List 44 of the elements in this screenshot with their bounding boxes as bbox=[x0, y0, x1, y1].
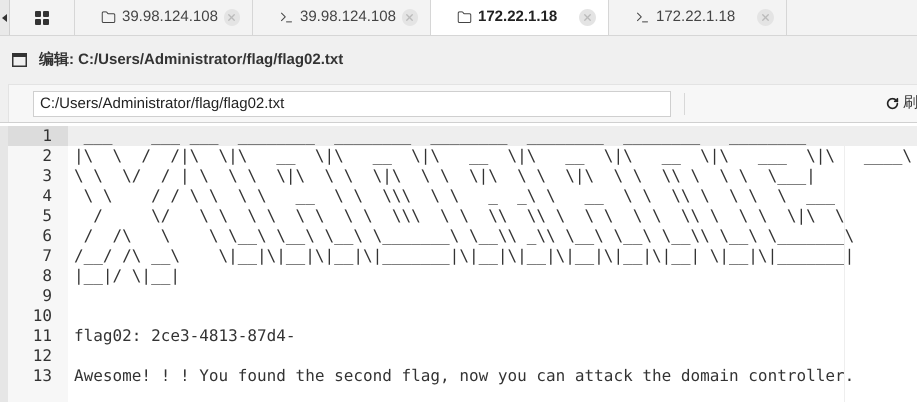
line-number: 6 bbox=[41, 226, 53, 246]
folder-icon bbox=[457, 10, 472, 25]
close-icon[interactable] bbox=[757, 9, 774, 26]
line-number: 9 bbox=[41, 286, 53, 306]
line-number: 7 bbox=[41, 246, 53, 266]
code-line: \ \ \/ / | \ \ \ \|\ \ \ \|\ \ \ \|\ \ \ \|\ \ \ \\ \ \ \ \___| bbox=[74, 166, 816, 185]
tab-label: 39.98.124.108 bbox=[122, 7, 218, 28]
folder-icon bbox=[101, 10, 116, 25]
grid-icon bbox=[35, 10, 49, 24]
tab-label: 172.22.1.18 bbox=[656, 7, 736, 28]
line-number: 1 bbox=[8, 126, 68, 146]
scroll-left-button[interactable] bbox=[0, 0, 10, 35]
refresh-icon bbox=[886, 97, 899, 110]
line-number: 5 bbox=[41, 206, 53, 226]
line-number: 10 bbox=[32, 306, 53, 326]
line-number: 12 bbox=[32, 346, 53, 366]
code-line: \ \ / / \ \ \ \ __ \ \ \\\ \ \ _ _\ \ __ \ \ \\ \ \ \ \ ___ bbox=[82, 186, 835, 205]
code-line: Awesome! ! ! You found the second flag, now you can attack the domain controller. bbox=[74, 366, 854, 385]
code-line: / \/ \ \ \ \ \ \ \ \ \\\ \ \ \\ \\ \ \ \ \ \ \\ \ \ \ \|\ \ bbox=[92, 206, 845, 225]
refresh-button[interactable]: 刷 bbox=[886, 92, 917, 115]
code-line: ___ ___ ___ ________ ________ ________ ________ ________ ________ bbox=[82, 126, 806, 145]
tab-label: 39.98.124.108 bbox=[300, 7, 396, 28]
line-number: 3 bbox=[41, 166, 53, 186]
code-line: flag02: 2ce3-4813-87d4- bbox=[74, 326, 296, 345]
close-icon[interactable] bbox=[224, 9, 240, 26]
line-number: 8 bbox=[41, 266, 53, 286]
tab-label: 172.22.1.18 bbox=[478, 7, 558, 28]
line-number: 11 bbox=[32, 326, 53, 346]
terminal-icon bbox=[635, 10, 650, 25]
code-line: |__|/ \|__| bbox=[74, 266, 180, 285]
line-number: 2 bbox=[41, 146, 53, 166]
path-field[interactable]: C:/Users/Administrator/flag/flag02.txt bbox=[33, 90, 671, 116]
terminal-icon bbox=[279, 10, 294, 25]
caret-icon bbox=[2, 14, 7, 22]
close-icon[interactable] bbox=[579, 9, 596, 26]
tab[interactable]: 172.22.1.18 bbox=[431, 0, 609, 35]
code-line: |\ \ / /|\ \|\ __ \|\ __ \|\ __ \|\ __ \|\ __ \|\ ___ \|\ ____\ bbox=[74, 146, 912, 165]
editor-title: 编辑: C:/Users/Administrator/flag/flag02.txt bbox=[39, 50, 344, 70]
code-line: /__/ /\ __\ \|__|\|__|\|__|\|_______|\|__|\|__|\|__|\|__|\|__| \|__|\|_______| bbox=[74, 246, 854, 265]
code-line: / /\ \ \ \__\ \__\ \__\ \_______\ \__\\ _\\ \__\ \__\ \__\\ \__\ \_______\ bbox=[82, 226, 854, 245]
close-icon[interactable] bbox=[402, 9, 418, 26]
line-number: 13 bbox=[32, 366, 53, 386]
window-icon bbox=[12, 53, 27, 67]
line-number: 4 bbox=[41, 186, 53, 206]
